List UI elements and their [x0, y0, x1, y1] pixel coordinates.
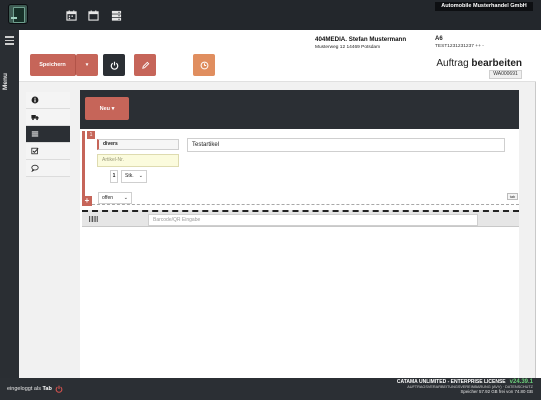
storage-info: Speicher 57.92 GB frei von 74.80 GB: [460, 389, 534, 394]
customer-info[interactable]: 404MEDIA. Stefan Mustermann Musterweg 12…: [315, 36, 427, 56]
menu-label[interactable]: Menu: [2, 70, 17, 94]
company-name[interactable]: Automobile Musterhandel GmbH: [435, 2, 533, 11]
barcode-icon: [89, 216, 98, 222]
add-position-button[interactable]: +: [82, 196, 92, 206]
list-icon: [31, 131, 39, 137]
hamburger-icon[interactable]: [5, 36, 14, 47]
truck-icon: [31, 115, 39, 121]
order-number-badge: WA000691: [489, 70, 522, 79]
close-order-button[interactable]: [103, 54, 125, 76]
order-items-panel: Neu ▾ 1 divers Testartikel Artikel-Nr. 1…: [80, 90, 519, 378]
login-user: Tab: [42, 386, 52, 392]
chevron-down-icon: ⌄: [123, 195, 128, 201]
item-type-field[interactable]: divers: [97, 139, 179, 150]
calendar-icon[interactable]: [66, 10, 77, 21]
customer-name: 404MEDIA. Stefan Mustermann: [315, 36, 407, 43]
item-number: 1: [87, 131, 95, 139]
new-item-button[interactable]: Neu ▾: [85, 97, 129, 120]
calendar-blank-icon[interactable]: [88, 10, 99, 21]
side-menu[interactable]: Menu: [0, 30, 19, 378]
barcode-bar: Barcode/QR Eingabe: [82, 210, 519, 227]
item-title-input[interactable]: Testartikel: [187, 138, 505, 152]
unit-select[interactable]: Stk. ⌄: [121, 170, 147, 183]
page-title-emphasis: bearbeiten: [471, 58, 522, 69]
edit-button[interactable]: [134, 54, 156, 76]
top-bar: Automobile Musterhandel GmbH: [0, 0, 541, 30]
pencil-icon: [141, 61, 149, 69]
logout-power-icon[interactable]: [55, 385, 63, 393]
login-status: eingeloggt als Tab: [7, 386, 52, 392]
customer-reference: TEST1231231237 ++ -: [435, 44, 484, 49]
info-icon: [31, 96, 39, 104]
nav-shipping[interactable]: [26, 109, 70, 126]
save-button[interactable]: Speichern: [30, 54, 76, 76]
status-select[interactable]: offen ⌄: [98, 192, 132, 204]
status-value: offen: [102, 195, 114, 201]
footer: eingeloggt als Tab CATAMA UNLIMITED - EN…: [0, 378, 541, 400]
toolbar: Speichern ▾ 404MEDIA. Stefan Mustermann …: [19, 30, 536, 82]
server-icon[interactable]: [111, 10, 122, 21]
page-title-prefix: Auftrag: [436, 58, 469, 69]
login-prefix: eingeloggt als: [7, 386, 41, 392]
section-nav: [26, 92, 70, 177]
quantity-input[interactable]: 1: [110, 170, 118, 183]
license-info: CATAMA UNLIMITED - ENTERPRISE LICENSE v24…: [373, 379, 533, 394]
power-icon: [110, 61, 118, 70]
customer-address: Musterweg 12 14469 Potsdam: [315, 45, 381, 50]
chevron-down-icon: ⌄: [138, 173, 143, 179]
nav-comments[interactable]: [26, 160, 70, 177]
article-number-input[interactable]: Artikel-Nr.: [97, 154, 179, 167]
order-item: 1 divers Testartikel Artikel-Nr. 1 Stk. ⌄…: [82, 131, 519, 206]
tab-button[interactable]: tab: [507, 193, 518, 200]
page-title: Auftrag bearbeiten: [436, 58, 522, 69]
history-button[interactable]: [193, 54, 215, 76]
comment-icon: [31, 164, 39, 172]
customer-code-block: A6 TEST1231231237 ++ -: [435, 36, 525, 49]
panel-header: Neu ▾: [80, 90, 519, 129]
unit-value: Stk.: [125, 173, 134, 179]
app-logo[interactable]: [8, 4, 28, 24]
barcode-input[interactable]: Barcode/QR Eingabe: [148, 214, 478, 226]
checkbox-icon: [31, 147, 39, 155]
nav-info[interactable]: [26, 92, 70, 109]
save-dropdown-button[interactable]: ▾: [76, 54, 98, 76]
main-area: Speichern ▾ 404MEDIA. Stefan Mustermann …: [19, 30, 536, 378]
customer-code: A6: [435, 36, 443, 42]
nav-tasks[interactable]: [26, 143, 70, 160]
clock-icon: [200, 61, 208, 69]
nav-items[interactable]: [26, 126, 70, 143]
